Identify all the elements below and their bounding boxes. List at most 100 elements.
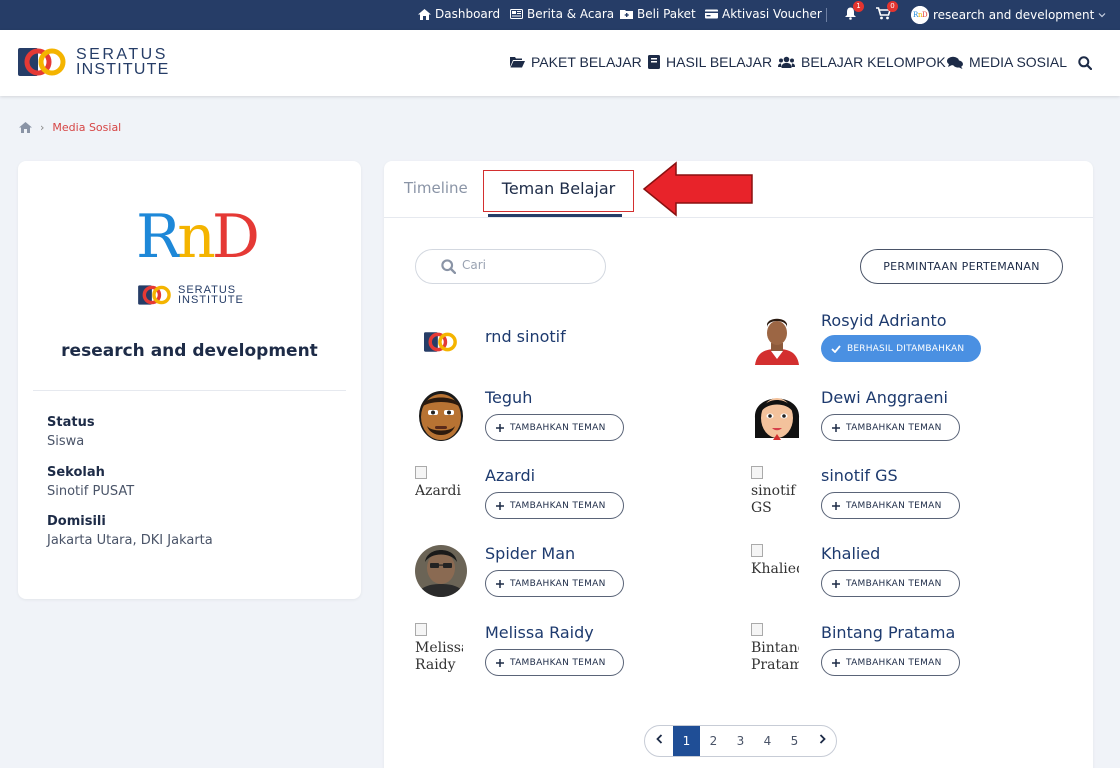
pagination-page[interactable]: 5 <box>781 726 808 756</box>
friend-name[interactable]: Teguh <box>485 388 532 407</box>
pagination-page[interactable]: 3 <box>727 726 754 756</box>
logo-rings-icon <box>18 46 70 78</box>
red-arrow-annotation-icon <box>642 161 753 217</box>
add-friend-label: TAMBAHKAN TEMAN <box>846 657 942 668</box>
add-friend-button[interactable]: TAMBAHKAN TEMAN <box>485 649 624 676</box>
tab-teman-belajar[interactable]: Teman Belajar <box>483 170 634 212</box>
nav-media-sosial[interactable]: MEDIA SOSIAL <box>947 54 1067 70</box>
broken-image[interactable]: Azardi <box>415 466 463 518</box>
friend-name[interactable]: sinotif GS <box>821 466 898 485</box>
friend-name[interactable]: Spider Man <box>485 544 575 563</box>
add-friend-button[interactable]: TAMBAHKAN TEMAN <box>485 570 624 597</box>
friend-avatar[interactable] <box>415 544 467 598</box>
add-friend-button[interactable]: TAMBAHKAN TEMAN <box>821 570 960 597</box>
broken-image-alt: Bintang Pratama <box>751 640 799 673</box>
profile-brand-logo: SERATUS INSTITUTE <box>138 284 244 306</box>
friend-item: Teguh TAMBAHKAN TEMAN <box>415 388 735 448</box>
tabs-divider <box>384 217 1093 218</box>
pagination: 1 2 3 4 5 <box>644 725 837 757</box>
pagination-page[interactable]: 4 <box>754 726 781 756</box>
friends-card: Timeline Teman Belajar PERMINTAAN PERTEM… <box>384 161 1093 768</box>
friend-name[interactable]: Bintang Pratama <box>821 623 955 642</box>
add-friend-label: TAMBAHKAN TEMAN <box>510 578 606 589</box>
friend-added-button[interactable]: BERHASIL DITAMBAHKAN <box>821 335 981 362</box>
friend-name[interactable]: Azardi <box>485 466 535 485</box>
search-icon <box>1078 56 1093 71</box>
berita-link[interactable]: Berita & Acara <box>510 7 614 21</box>
profile-brand-line2: INSTITUTE <box>178 294 244 306</box>
nav-hasil-belajar[interactable]: HASIL BELAJAR <box>648 54 772 70</box>
domisili-value: Jakarta Utara, DKI Jakarta <box>47 533 213 548</box>
female-avatar-icon <box>754 398 800 440</box>
broken-image-icon <box>751 466 763 479</box>
breadcrumb-separator: › <box>40 121 45 134</box>
user-avatar: RnD <box>911 6 929 24</box>
header-search-button[interactable] <box>1078 55 1093 74</box>
tab-timeline[interactable]: Timeline <box>404 179 468 197</box>
broken-image-alt: Melissa Raidy <box>415 640 463 673</box>
logo-line2: INSTITUTE <box>76 61 170 78</box>
dashboard-link[interactable]: Dashboard <box>418 7 500 21</box>
book-icon <box>648 55 660 69</box>
sekolah-label: Sekolah <box>47 465 105 480</box>
person-photo-icon <box>755 318 799 365</box>
friend-item: sinotif GS sinotif GS TAMBAHKAN TEMAN <box>751 466 1071 526</box>
add-friend-button[interactable]: TAMBAHKAN TEMAN <box>821 414 960 441</box>
add-friend-label: TAMBAHKAN TEMAN <box>846 578 942 589</box>
svg-text:D: D <box>922 11 928 19</box>
friend-name[interactable]: Rosyid Adrianto <box>821 311 947 330</box>
aktivasi-voucher-link[interactable]: Aktivasi Voucher <box>705 7 822 21</box>
pagination-prev[interactable] <box>645 726 673 756</box>
broken-image[interactable]: Khalied <box>751 544 799 596</box>
notification-button[interactable]: 1 <box>844 1 864 20</box>
seratus-logo-icon <box>424 332 457 352</box>
user-menu[interactable]: RnD research and development <box>911 6 1106 24</box>
plus-icon <box>832 423 840 432</box>
add-friend-button[interactable]: TAMBAHKAN TEMAN <box>821 492 960 519</box>
friend-added-label: BERHASIL DITAMBAHKAN <box>847 343 965 354</box>
beli-paket-link[interactable]: Beli Paket <box>620 7 696 21</box>
broken-image[interactable]: Melissa Raidy <box>415 623 463 675</box>
friend-avatar[interactable] <box>751 311 803 365</box>
search-icon <box>441 259 456 274</box>
broken-image[interactable]: sinotif GS <box>751 466 799 518</box>
home-icon[interactable] <box>19 122 32 133</box>
friend-request-button[interactable]: PERMINTAAN PERTEMANAN <box>860 249 1063 284</box>
broken-image[interactable]: Bintang Pratama <box>751 623 799 675</box>
seratus-logo[interactable]: SERATUS INSTITUTE <box>18 46 169 78</box>
chevron-left-icon <box>655 734 662 744</box>
friend-avatar[interactable] <box>415 388 467 442</box>
plus-icon <box>496 423 504 432</box>
broken-image-icon <box>751 623 763 636</box>
friend-name[interactable]: rnd sinotif <box>485 327 566 346</box>
nav-paket-belajar[interactable]: PAKET BELAJAR <box>510 54 642 70</box>
chevron-right-icon <box>819 734 826 744</box>
comments-icon <box>947 56 963 69</box>
friend-name[interactable]: Dewi Anggraeni <box>821 388 948 407</box>
status-label: Status <box>47 415 95 430</box>
nav-belajar-kelompok[interactable]: BELAJAR KELOMPOK <box>778 54 946 70</box>
friend-avatar[interactable] <box>751 388 803 442</box>
logo-line1: SERATUS <box>76 46 168 63</box>
friend-name[interactable]: Melissa Raidy <box>485 623 594 642</box>
add-friend-label: TAMBAHKAN TEMAN <box>846 500 942 511</box>
male-avatar-icon <box>419 391 463 441</box>
add-friend-button[interactable]: TAMBAHKAN TEMAN <box>485 414 624 441</box>
user-name: research and development <box>933 8 1095 22</box>
plus-icon <box>832 658 840 667</box>
broken-image-alt: Azardi <box>415 483 461 499</box>
add-friend-button[interactable]: TAMBAHKAN TEMAN <box>485 492 624 519</box>
pagination-page[interactable]: 1 <box>673 726 700 756</box>
folder-plus-icon <box>620 10 633 19</box>
friend-search-input[interactable] <box>462 258 592 272</box>
main-header: SERATUS INSTITUTE PAKET BELAJAR HASIL BE… <box>0 30 1120 96</box>
pagination-next[interactable] <box>808 726 836 756</box>
add-friend-label: TAMBAHKAN TEMAN <box>510 422 606 433</box>
friend-name[interactable]: Khalied <box>821 544 880 563</box>
friend-item: Azardi Azardi TAMBAHKAN TEMAN <box>415 466 735 526</box>
pagination-page[interactable]: 2 <box>700 726 727 756</box>
cart-button[interactable]: 0 <box>876 1 898 20</box>
beli-paket-label: Beli Paket <box>637 7 696 21</box>
add-friend-button[interactable]: TAMBAHKAN TEMAN <box>821 649 960 676</box>
friend-avatar[interactable] <box>415 314 467 368</box>
